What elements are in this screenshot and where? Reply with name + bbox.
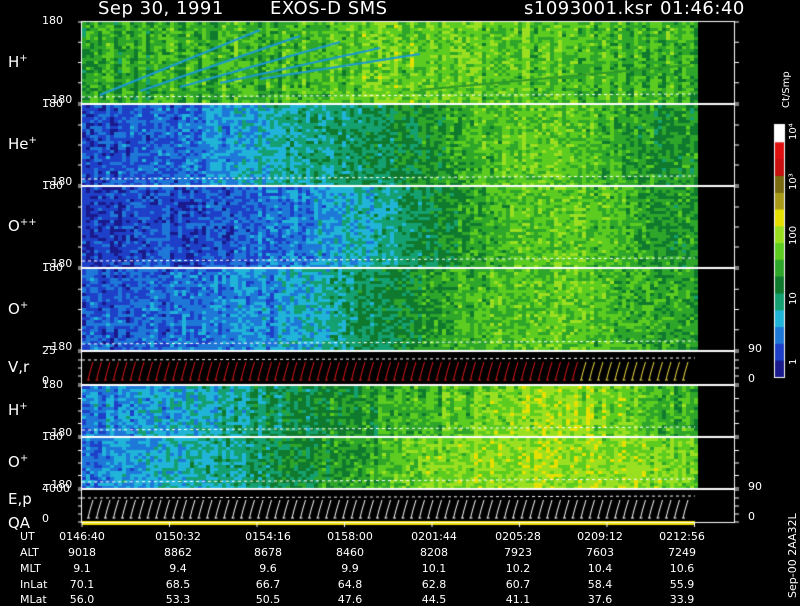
panel-label-text: E,p xyxy=(8,490,32,508)
axis-rmax: 90 xyxy=(748,342,762,355)
panel-label-sup: ++ xyxy=(19,217,37,228)
panel-label-text: V,r xyxy=(8,358,30,376)
ephemeris-cell: 10.6 xyxy=(669,562,695,575)
ephemeris-label: UT xyxy=(20,530,35,543)
ephemeris-cell: 9.9 xyxy=(341,562,359,575)
ephemeris-cell: 0146:40 xyxy=(59,530,105,543)
axis-rmax: 90 xyxy=(748,480,762,493)
axis-rmin: 0 xyxy=(748,372,755,385)
footer-id: Sep-00 2AA32L xyxy=(786,513,799,598)
ephemeris-cell: 7923 xyxy=(504,546,532,559)
ephemeris-cell: 0209:12 xyxy=(577,530,623,543)
ephemeris-cell: 0201:44 xyxy=(411,530,457,543)
ephemeris-cell: 0154:16 xyxy=(245,530,291,543)
ephemeris-cell: 58.4 xyxy=(587,578,613,591)
header-instrument: EXOS-D SMS xyxy=(270,0,388,19)
header-time: 01:46:40 xyxy=(660,0,745,19)
ephemeris-label: ALT xyxy=(20,546,39,559)
ephemeris-cell: 9.4 xyxy=(169,562,187,575)
axis-ymin: 0 xyxy=(42,512,49,525)
panel-label-sup: + xyxy=(19,453,29,464)
panel-label-text: O xyxy=(8,299,20,318)
panel-label-text: O xyxy=(8,453,20,471)
panel-label-text: H xyxy=(8,401,20,419)
panel-label: H+ xyxy=(8,53,28,71)
colorbar-unit: Ct/Smp xyxy=(781,71,792,108)
panel-label-sup: + xyxy=(19,52,28,64)
panel-label: O+ xyxy=(8,300,28,318)
panel-label: V,r xyxy=(8,358,29,376)
ephemeris-cell: 8460 xyxy=(336,546,364,559)
spectrogram-canvas xyxy=(0,0,800,600)
colorbar-tick: 1 xyxy=(788,358,799,365)
axis-ymax: 4000 xyxy=(42,482,70,495)
panel-label-sup: + xyxy=(19,299,29,311)
ephemeris-label: MLT xyxy=(20,562,41,575)
colorbar-tick: 10³ xyxy=(788,173,799,190)
axis-rmin: 0 xyxy=(748,510,755,523)
ephemeris-label: InLat xyxy=(20,578,48,591)
ephemeris-cell: 9.6 xyxy=(259,562,277,575)
panel-label: He+ xyxy=(8,135,37,153)
ephemeris-cell: 60.7 xyxy=(505,578,531,591)
colorbar-tick: 10⁴ xyxy=(788,123,799,140)
axis-ymax: 180 xyxy=(42,261,63,274)
ephemeris-cell: 7249 xyxy=(668,546,696,559)
ephemeris-cell: 66.7 xyxy=(255,578,281,591)
panel-label: E,p xyxy=(8,490,32,508)
panel-label-text: O xyxy=(8,217,20,235)
header-file: s1093001.ksr xyxy=(524,0,653,19)
axis-ymax: 180 xyxy=(42,14,63,27)
ephemeris-cell: 7603 xyxy=(586,546,614,559)
axis-ymax: 180 xyxy=(42,97,63,110)
panel-label: O++ xyxy=(8,217,37,235)
header-date: Sep 30, 1991 xyxy=(98,0,224,19)
axis-ymax: 180 xyxy=(42,179,63,192)
axis-ymax: 25 xyxy=(42,344,56,357)
panel-label-sup: + xyxy=(19,401,28,412)
panel-label-text: He xyxy=(8,135,29,153)
ephemeris-cell: 0150:32 xyxy=(155,530,201,543)
ephemeris-cell: 10.4 xyxy=(587,562,613,575)
ephemeris-cell: 9.1 xyxy=(73,562,91,575)
panel-label-text: H xyxy=(8,52,20,71)
ephemeris-cell: 0158:00 xyxy=(327,530,373,543)
ephemeris-cell: 10.1 xyxy=(421,562,447,575)
panel-label: H+ xyxy=(8,401,28,419)
ephemeris-cell: 68.5 xyxy=(165,578,191,591)
ephemeris-cell: 64.8 xyxy=(337,578,363,591)
panel-label: O+ xyxy=(8,453,28,471)
ephemeris-cell: 9018 xyxy=(68,546,96,559)
panel-label-sup: + xyxy=(28,135,37,146)
ephemeris-cell: 55.9 xyxy=(669,578,695,591)
ephemeris-cell: 8208 xyxy=(420,546,448,559)
ephemeris-cell: 0212:56 xyxy=(659,530,705,543)
ephemeris-cell: 8862 xyxy=(164,546,192,559)
ephemeris-cell: 62.8 xyxy=(421,578,447,591)
ephemeris-cell: 70.1 xyxy=(69,578,95,591)
axis-ymax: 180 xyxy=(42,378,63,391)
ephemeris-cell: 10.2 xyxy=(505,562,531,575)
ephemeris-cell: 0205:28 xyxy=(495,530,541,543)
colorbar-tick: 10 xyxy=(788,292,799,305)
axis-ymax: 180 xyxy=(42,430,63,443)
ephemeris-cell: 8678 xyxy=(254,546,282,559)
colorbar-tick: 100 xyxy=(788,225,799,245)
